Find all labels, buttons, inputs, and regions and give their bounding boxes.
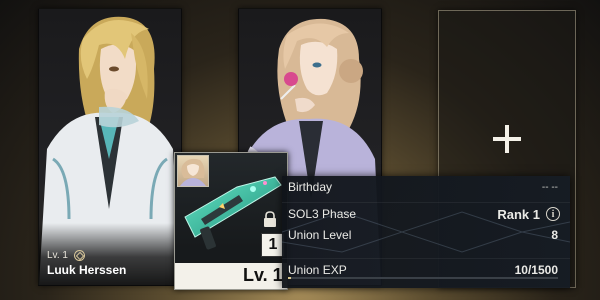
lock-icon[interactable] [263, 211, 277, 227]
character-name: Luuk Herssen [47, 263, 127, 277]
sol3-phase-value: Rank 1 [497, 207, 540, 222]
union-exp-row: Union EXP 10/1500 [282, 258, 570, 281]
character-level: Lv. 1 [47, 250, 68, 261]
birthday-label: Birthday [288, 180, 333, 194]
union-exp-label: Union EXP [288, 263, 347, 277]
sol3-phase-label: SOL3 Phase [288, 207, 357, 221]
union-team-screen: Lv. 1 Luuk Herssen 1 Lv. 1 Birthday -- -… [0, 0, 600, 300]
add-character-plus-icon[interactable] [493, 125, 521, 153]
birthday-row: Birthday -- -- [282, 176, 570, 198]
character-level-line: Lv. 1 [47, 250, 85, 261]
union-exp-progress-fill [288, 277, 291, 279]
union-exp-value: 10/1500 [514, 263, 558, 277]
character-card-luuk[interactable]: Lv. 1 Luuk Herssen [38, 8, 182, 286]
character-info-panel: Birthday -- -- SOL3 Phase Rank 1 i Union… [282, 176, 570, 288]
weapon-level: Lv. 1 [243, 265, 283, 285]
union-emblem-icon [73, 250, 85, 261]
union-level-label: Union Level [288, 228, 352, 242]
weapon-level-bar: Lv. 1 [175, 263, 287, 289]
birthday-value: -- -- [541, 182, 558, 193]
weapon-tile[interactable]: 1 Lv. 1 [174, 152, 288, 290]
sol3-phase-row: SOL3 Phase Rank 1 i [282, 202, 570, 225]
union-level-row: Union Level 8 [282, 224, 570, 246]
union-level-value: 8 [551, 228, 558, 242]
info-icon[interactable]: i [546, 207, 560, 221]
union-exp-progress-bar [288, 277, 558, 279]
